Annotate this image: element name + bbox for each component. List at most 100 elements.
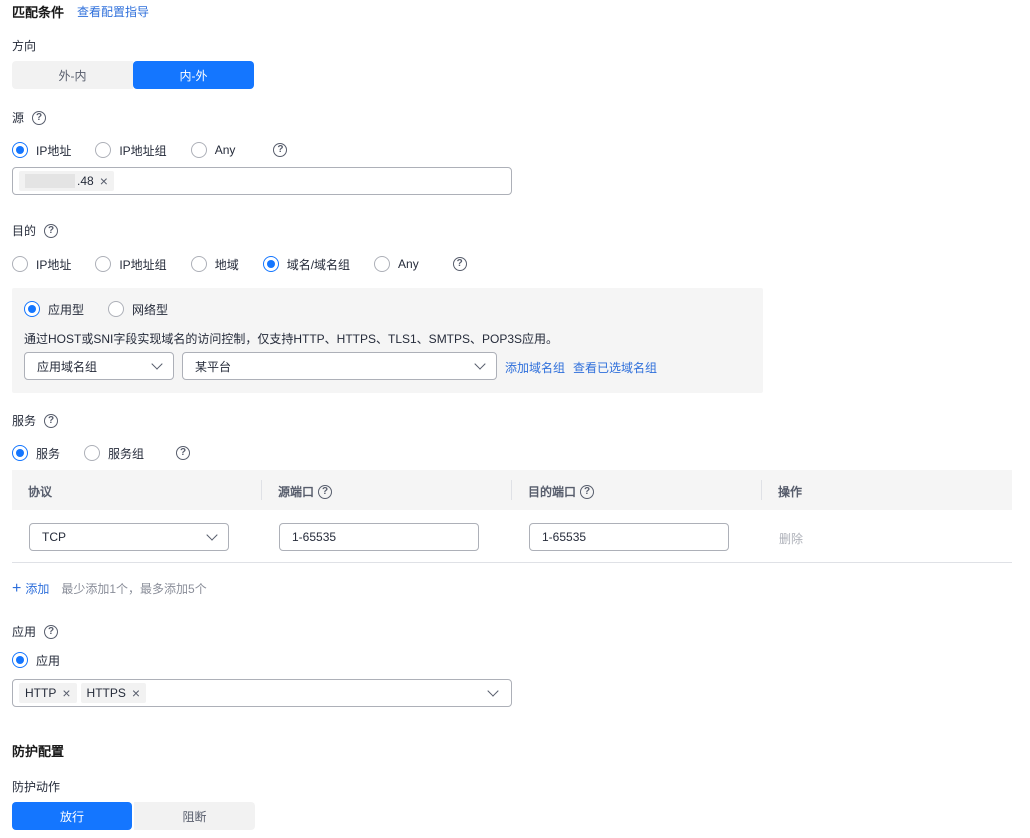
destination-help-icon[interactable]: ? <box>44 223 59 238</box>
action-option-allow[interactable]: 放行 <box>12 802 132 830</box>
service-type-radios: 服务 服务组 ? <box>12 444 191 462</box>
radio-label: IP地址 <box>36 257 72 272</box>
radio-checked-icon <box>12 445 28 461</box>
application-radio[interactable]: 应用 <box>12 652 60 669</box>
application-multiselect[interactable]: HTTP × HTTPS × <box>12 679 512 707</box>
domain-group-select[interactable]: 某平台 <box>182 352 497 380</box>
remove-tag-icon[interactable]: × <box>132 685 140 701</box>
src-port-value: 1-65535 <box>292 530 337 544</box>
view-selected-domain-groups-link[interactable]: 查看已选域名组 <box>573 359 657 376</box>
config-guide-link[interactable]: 查看配置指导 <box>77 3 149 20</box>
service-help-icon[interactable]: ? <box>44 413 59 428</box>
delete-row-button[interactable]: 删除 <box>779 530 803 547</box>
domain-description: 通过HOST或SNI字段实现域名的访问控制，仅支持HTTP、HTTPS、TLS1… <box>24 332 559 346</box>
service-type-help-icon[interactable]: ? <box>176 446 191 460</box>
column-header-text: 目的端口 <box>528 485 577 499</box>
destination-type-radios: IP地址 IP地址组 地域 域名/域名组 Any ? <box>12 255 467 273</box>
protection-section-title: 防护配置 <box>12 744 65 759</box>
radio-label: Any <box>214 143 236 157</box>
chevron-down-icon <box>474 358 486 370</box>
src-port-help-icon[interactable]: ? <box>318 484 333 499</box>
direction-toggle: 外-内 内-外 <box>12 61 254 89</box>
chevron-down-icon <box>487 685 499 697</box>
column-header-protocol: 协议 <box>28 485 53 499</box>
column-divider <box>761 480 762 500</box>
remove-tag-icon[interactable]: × <box>100 173 108 189</box>
source-ip-tag: .48 × <box>19 171 114 191</box>
destination-radio-region[interactable]: 地域 <box>190 256 239 273</box>
source-help-icon[interactable]: ? <box>32 110 47 125</box>
add-domain-group-link[interactable]: 添加域名组 <box>505 359 565 376</box>
destination-radio-ip-group[interactable]: IP地址组 <box>95 256 167 273</box>
domain-group-select-value: 某平台 <box>195 359 232 374</box>
source-radio-ip[interactable]: IP地址 <box>12 142 71 159</box>
radio-label: 应用 <box>36 653 61 668</box>
protection-action-toggle: 放行 阻断 <box>12 802 255 830</box>
column-header-action: 操作 <box>778 485 803 499</box>
destination-label-row: 目的 ? <box>12 222 59 239</box>
chevron-down-icon <box>206 529 218 541</box>
source-type-help-icon[interactable]: ? <box>273 143 288 157</box>
protocol-select[interactable]: TCP <box>29 523 229 551</box>
column-header-src-port: 源端口 ? <box>278 483 333 500</box>
domain-radio-application[interactable]: 应用型 <box>24 301 84 318</box>
radio-label: 域名/域名组 <box>286 257 351 272</box>
source-radio-any[interactable]: Any <box>190 142 236 158</box>
direction-option-out[interactable]: 内-外 <box>133 61 254 89</box>
source-radio-ip-group[interactable]: IP地址组 <box>95 142 167 159</box>
tag-text: HTTP <box>25 686 57 700</box>
column-divider <box>261 480 262 500</box>
radio-unchecked-icon <box>190 142 207 158</box>
radio-label: 服务组 <box>108 446 145 461</box>
radio-unchecked-icon <box>12 256 28 272</box>
masked-ip-block <box>25 174 75 188</box>
column-header-text: 源端口 <box>278 485 315 499</box>
application-help-icon[interactable]: ? <box>44 624 59 639</box>
domain-radio-network[interactable]: 网络型 <box>108 301 168 318</box>
radio-checked-icon <box>12 142 28 158</box>
radio-label: Any <box>398 257 419 271</box>
tag-text: HTTPS <box>86 686 126 700</box>
dst-port-help-icon[interactable]: ? <box>580 484 595 499</box>
radio-checked-icon <box>262 256 279 272</box>
radio-label: 应用型 <box>48 302 85 317</box>
application-type-radios: 应用 <box>12 651 84 669</box>
radio-label: 网络型 <box>132 302 169 317</box>
radio-unchecked-icon <box>84 445 101 461</box>
protection-action-label: 防护动作 <box>12 780 61 794</box>
source-label-row: 源 ? <box>12 109 47 126</box>
source-ip-tag-text: .48 <box>77 174 94 188</box>
plus-icon[interactable]: + <box>12 580 21 596</box>
destination-type-help-icon[interactable]: ? <box>452 257 467 271</box>
service-radio-service-group[interactable]: 服务组 <box>84 445 144 462</box>
remove-tag-icon[interactable]: × <box>62 685 70 701</box>
add-service-row: + 添加 最少添加1个，最多添加5个 <box>12 580 207 597</box>
column-divider <box>511 480 512 500</box>
radio-checked-icon <box>24 301 40 317</box>
dst-port-value: 1-65535 <box>542 530 587 544</box>
domain-type-select[interactable]: 应用域名组 <box>24 352 174 380</box>
action-option-block[interactable]: 阻断 <box>134 802 255 830</box>
radio-unchecked-icon <box>190 256 207 272</box>
application-label: 应用 <box>12 625 37 639</box>
src-port-input[interactable]: 1-65535 <box>279 523 479 551</box>
direction-option-in[interactable]: 外-内 <box>12 61 133 89</box>
service-label-row: 服务 ? <box>12 412 59 429</box>
destination-radio-domain[interactable]: 域名/域名组 <box>262 256 351 273</box>
service-radio-service[interactable]: 服务 <box>12 445 60 462</box>
chevron-down-icon <box>151 358 163 370</box>
radio-label: 地域 <box>214 257 239 272</box>
destination-radio-ip[interactable]: IP地址 <box>12 256 71 273</box>
radio-checked-icon <box>12 652 28 668</box>
direction-label: 方向 <box>12 39 37 53</box>
dst-port-input[interactable]: 1-65535 <box>529 523 729 551</box>
destination-radio-any[interactable]: Any <box>374 256 419 272</box>
domain-type-select-value: 应用域名组 <box>37 359 98 374</box>
add-service-button[interactable]: 添加 <box>25 580 49 597</box>
source-ip-input[interactable]: .48 × <box>12 167 512 195</box>
column-header-dst-port: 目的端口 ? <box>528 483 595 500</box>
domain-config-panel: 应用型 网络型 通过HOST或SNI字段实现域名的访问控制，仅支持HTTP、HT… <box>12 288 763 393</box>
domain-type-radios: 应用型 网络型 <box>24 300 192 318</box>
radio-unchecked-icon <box>95 142 112 158</box>
radio-unchecked-icon <box>95 256 112 272</box>
